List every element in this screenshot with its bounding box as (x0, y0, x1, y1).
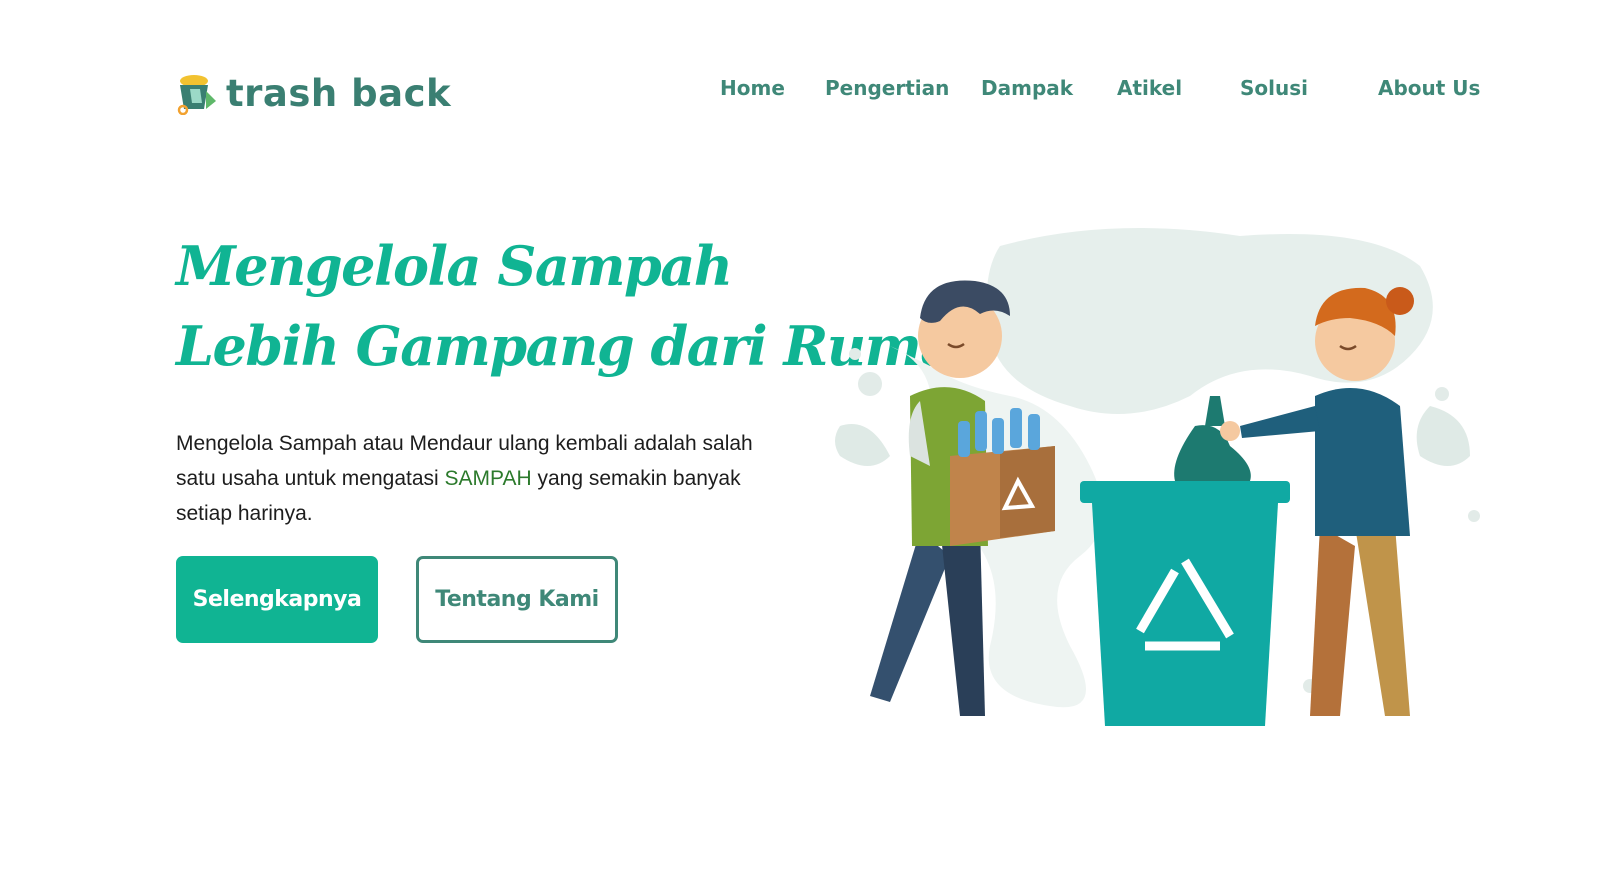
recycle-bin (1080, 396, 1290, 726)
landing-page: trash back Home Pengertian Dampak Atikel… (0, 0, 1600, 885)
hero-title-line-1: Mengelola Sampah (176, 234, 733, 298)
nav-dampak[interactable]: Dampak (981, 76, 1073, 100)
nav-home[interactable]: Home (720, 76, 785, 100)
nav-about-us[interactable]: About Us (1378, 76, 1480, 100)
main-nav: Home Pengertian Dampak Atikel Solusi Abo… (0, 76, 1600, 106)
tentang-kami-button[interactable]: Tentang Kami (416, 556, 618, 643)
hero-description: Mengelola Sampah atau Mendaur ulang kemb… (176, 426, 756, 531)
selengkapnya-button[interactable]: Selengkapnya (176, 556, 378, 643)
recycling-illustration (835, 228, 1480, 726)
hero-title-line-2: Lebih Gampang dari Rumah (176, 314, 993, 378)
hero-title: Mengelola Sampah Lebih Gampang dari Ruma… (176, 226, 993, 386)
hero-desc-highlight: SAMPAH (444, 467, 532, 490)
nav-atikel[interactable]: Atikel (1117, 76, 1182, 100)
nav-pengertian[interactable]: Pengertian (825, 76, 949, 100)
nav-solusi[interactable]: Solusi (1240, 76, 1308, 100)
